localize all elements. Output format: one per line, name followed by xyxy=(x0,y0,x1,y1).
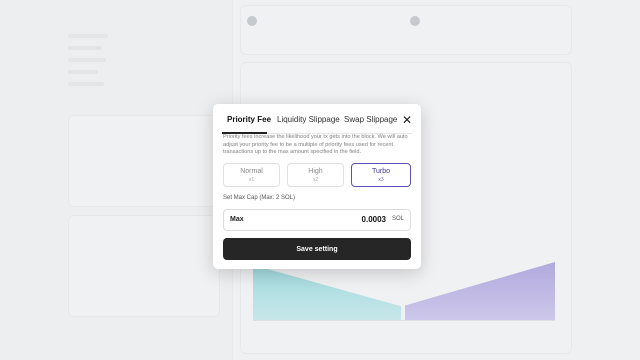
settings-tabs: Priority Fee Liquidity Slippage Swap Sli… xyxy=(222,113,412,134)
option-high[interactable]: High x2 xyxy=(287,163,344,187)
option-turbo[interactable]: Turbo x3 xyxy=(351,163,411,187)
max-cap-label: Set Max Cap (Max: 2 SOL) xyxy=(223,195,296,201)
option-name: Turbo xyxy=(371,168,391,175)
tab-swap-slippage[interactable]: Swap Slippage xyxy=(344,115,397,124)
max-field-label: Max xyxy=(230,216,244,223)
max-cap-field: Max SOL xyxy=(223,209,411,231)
save-setting-button[interactable]: Save setting xyxy=(223,238,411,260)
max-cap-input[interactable] xyxy=(326,215,386,224)
option-name: High xyxy=(308,168,323,175)
tab-liquidity-slippage[interactable]: Liquidity Slippage xyxy=(277,115,340,124)
tab-priority-fee[interactable]: Priority Fee xyxy=(227,115,271,124)
option-multiplier: x2 xyxy=(312,177,319,183)
priority-fee-description: Priority fees increase the likelihood yo… xyxy=(223,134,408,156)
option-multiplier: x1 xyxy=(248,177,255,183)
option-multiplier: x3 xyxy=(378,177,384,183)
max-field-unit: SOL xyxy=(391,216,404,222)
priority-fee-modal: Priority Fee Liquidity Slippage Swap Sli… xyxy=(213,104,421,269)
option-name: Normal xyxy=(240,168,263,175)
option-normal[interactable]: Normal x1 xyxy=(223,163,280,187)
close-icon[interactable]: ✕ xyxy=(400,113,414,127)
